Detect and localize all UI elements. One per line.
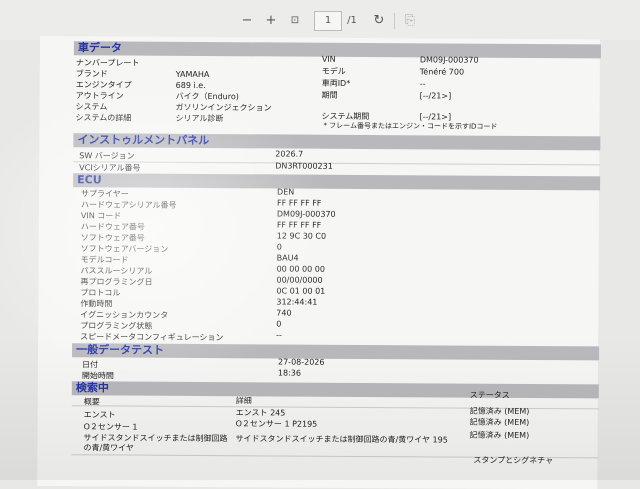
column-header-status: ステータス <box>469 390 510 400</box>
vehicle-label: アウトライン <box>75 91 124 101</box>
vehicle-value: ガソリンインジェクション <box>175 102 272 113</box>
general-label: 開始時間 <box>81 371 114 381</box>
vehicle-value: YAMAHA <box>175 69 210 80</box>
ecu-value: 312:44:41 <box>276 297 318 307</box>
vehicle-label: エンジンタイプ <box>75 80 132 90</box>
section-general-title: 一般データテスト <box>72 343 600 361</box>
section-instrument-title: インストゥルメントパネル <box>73 133 601 151</box>
general-value: 27-08-2026 <box>277 357 325 367</box>
vehicle-value: 689 i.e. <box>175 80 206 91</box>
ecu-value: FF FF FF FF <box>276 198 322 208</box>
dtc-status: 記憶済み (MEM) <box>469 406 530 416</box>
instrument-label: VCIシリアル番号 <box>79 163 141 173</box>
section-vehicle-title: 車データ <box>73 41 601 59</box>
document-properties-icon[interactable]: ⎘ <box>402 12 418 30</box>
vehicle-value: -- <box>419 79 426 89</box>
rotate-icon[interactable]: ↻ <box>370 12 388 30</box>
ecu-value: 00 00 00 00 <box>276 264 325 274</box>
vehicle-label: システムの詳細 <box>75 113 132 123</box>
vehicle-label: ナンバープレート <box>75 58 140 68</box>
stamp-signature-label: スタンプとシグネチャ <box>473 455 554 466</box>
page-total: /1 <box>347 15 357 26</box>
page-number-input[interactable]: 1 <box>314 11 342 31</box>
viewer-toolbar: − + ⊡ 1 /1 ↻ ⎘ <box>0 0 640 40</box>
vehicle-value: バイク（Enduro) <box>175 91 239 102</box>
ecu-value: DEN <box>277 187 295 197</box>
ecu-label: パススルーシリアル <box>80 266 153 276</box>
dtc-detail: O２センサー 1 P2195 <box>235 419 318 429</box>
zoom-out-button[interactable]: − <box>238 12 256 30</box>
ecu-label: ソフトウェアバージョン <box>80 244 169 254</box>
instrument-value: DN3RT000231 <box>275 161 333 171</box>
vehicle-label: システム期間 <box>321 111 370 122</box>
instrument-value: 2026.7 <box>275 149 304 159</box>
vehicle-label: VIN <box>321 54 336 64</box>
ecu-value: BAU4 <box>276 253 299 263</box>
ecu-label: ハードウェアシリアル番号 <box>80 200 177 210</box>
ecu-value: FF FF FF FF <box>276 220 322 230</box>
fit-page-icon[interactable]: ⊡ <box>286 12 304 30</box>
vehicle-label: 車両ID* <box>321 78 351 88</box>
ecu-label: 作動時間 <box>80 299 113 309</box>
ecu-value: 0 <box>276 319 282 329</box>
ecu-value: 740 <box>276 308 292 318</box>
ecu-value: -- <box>276 330 282 340</box>
general-label: 日付 <box>81 360 99 370</box>
vehicle-value: [--/21>] <box>419 91 452 101</box>
vehicle-id-note: * フレーム番号またはエンジン・コードを示すIDコード <box>323 121 498 131</box>
section-search-title: 検索中 <box>71 381 599 399</box>
vehicle-value: DM09J-000370 <box>419 55 479 65</box>
toolbar-divider <box>394 13 395 29</box>
dtc-summary: サイドスタンドスイッチまたは制御回路の青/黄ワイヤ <box>83 433 228 453</box>
ecu-value: 0 <box>276 242 282 252</box>
row-divider <box>73 161 601 166</box>
ecu-label: ハードウェア番号 <box>80 222 145 232</box>
vehicle-label: 期間 <box>321 90 338 100</box>
ecu-value: DM09J-000370 <box>276 209 336 219</box>
vehicle-value: シリアル診断 <box>175 113 224 124</box>
ecu-label: VIN コード <box>80 211 122 221</box>
ecu-label: モデルコード <box>80 255 129 265</box>
dtc-summary: エンスト <box>83 410 116 420</box>
general-value: 18:36 <box>277 368 302 378</box>
column-header-detail: 詳細 <box>235 396 252 406</box>
report-page: 車データ ナンバープレート ブランド YAMAHA エンジンタイプ 689 i.… <box>37 36 601 489</box>
dtc-detail: エンスト 245 <box>235 408 286 418</box>
dtc-summary: O２センサー 1 <box>83 422 138 432</box>
vehicle-label: システム <box>75 102 108 112</box>
ecu-value: 00/00/0000 <box>276 275 323 285</box>
ecu-label: ソフトウェア番号 <box>80 233 145 243</box>
ecu-label: 再プログラミング日 <box>80 277 153 287</box>
dtc-status: 記憶済み (MEM) <box>469 417 530 427</box>
vehicle-label: モデル <box>321 66 346 76</box>
ecu-label: スピードメータコンフィギュレーション <box>80 332 224 343</box>
vehicle-value: Ténéré 700 <box>419 67 465 77</box>
dtc-status: 記憶済み (MEM) <box>469 430 530 440</box>
ecu-label: プロトコル <box>80 288 121 298</box>
vehicle-label: ブランド <box>75 69 108 79</box>
vehicle-value: [--/21>] <box>419 112 452 122</box>
ecu-value: 12 9C 30 C0 <box>276 231 327 241</box>
ecu-label: サプライヤー <box>81 189 129 199</box>
zoom-in-button[interactable]: + <box>262 12 280 30</box>
ecu-label: イグニッションカウンタ <box>80 310 169 320</box>
dtc-detail: サイドスタンドスイッチまたは制御回路の青/黄ワイヤ 195 <box>235 434 448 445</box>
section-ecu-title: ECU <box>73 173 601 191</box>
instrument-label: SW バージョン <box>79 151 135 161</box>
ecu-label: プログラミング状態 <box>80 321 153 331</box>
ecu-value: 0C 01 00 01 <box>276 286 326 296</box>
